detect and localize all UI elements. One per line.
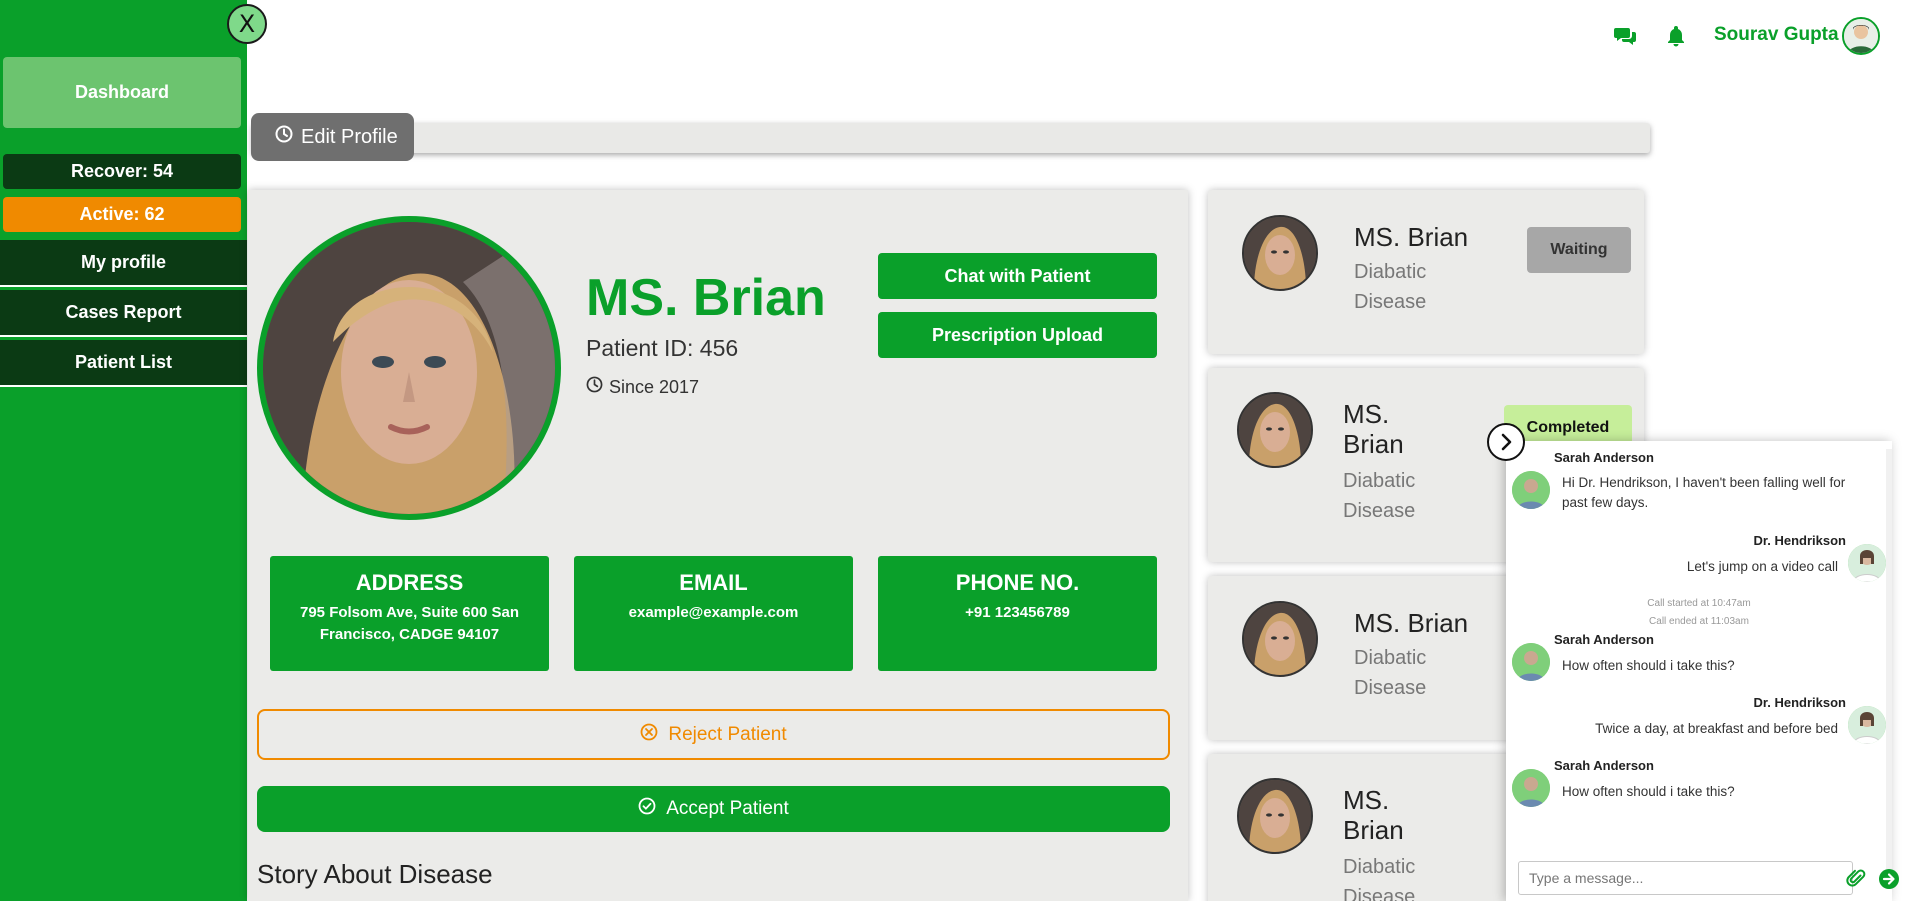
address-box: ADDRESS 795 Folsom Ave, Suite 600 San Fr… xyxy=(270,556,549,671)
message-text: How often should i take this? xyxy=(1562,658,1735,673)
user-avatar[interactable] xyxy=(1842,17,1880,55)
email-title: EMAIL xyxy=(679,570,748,595)
patient-card-avatar xyxy=(1237,392,1313,468)
message-text: How often should i take this? xyxy=(1562,784,1735,799)
patient-card-avatar xyxy=(1242,215,1318,291)
patient-card-avatar xyxy=(1242,601,1318,677)
chevron-right-icon[interactable] xyxy=(1487,423,1525,461)
accept-patient-button[interactable]: Accept Patient xyxy=(257,786,1170,832)
chat-scrollbar[interactable] xyxy=(1886,449,1892,889)
address-title: ADDRESS xyxy=(355,570,464,595)
sender-avatar xyxy=(1512,769,1550,807)
prescription-upload-button[interactable]: Prescription Upload xyxy=(878,312,1157,358)
edit-profile-bar xyxy=(252,123,1650,153)
message-sender: Sarah Anderson xyxy=(1554,758,1654,773)
sidebar-item-cases-report[interactable]: Cases Report xyxy=(0,290,247,337)
message-text: Let's jump on a video call xyxy=(1686,559,1838,574)
address-value: 795 Folsom Ave, Suite 600 San Francisco,… xyxy=(300,604,519,643)
patient-photo xyxy=(257,216,561,520)
patient-card-1[interactable]: MS. Brian Diabatic Disease Waiting xyxy=(1208,190,1644,354)
sidebar-item-patient-list[interactable]: Patient List xyxy=(0,340,247,387)
patient-since: Since 2017 xyxy=(586,376,699,398)
message-sender: Sarah Anderson xyxy=(1554,632,1654,647)
patient-id: Patient ID: 456 xyxy=(586,335,739,361)
close-circle-icon xyxy=(640,723,658,747)
patient-card-disease: Diabatic Disease xyxy=(1343,470,1416,522)
message-text: Hi Dr. Hendrikson, I haven't been fallin… xyxy=(1562,475,1846,510)
patient-card-name: MS. Brian xyxy=(1343,399,1404,459)
email-box: EMAIL example@example.com xyxy=(574,556,853,671)
patient-name: MS. Brian xyxy=(586,269,826,327)
patient-card-disease: Diabatic Disease xyxy=(1354,647,1427,699)
message-sender: Dr. Hendrikson xyxy=(1753,695,1846,710)
doctor-avatar xyxy=(1848,706,1886,744)
chat-message-input[interactable] xyxy=(1518,861,1853,895)
status-badge: Waiting xyxy=(1527,227,1631,273)
sender-avatar xyxy=(1512,643,1550,681)
chat-icon[interactable] xyxy=(1613,24,1637,48)
active-count-badge: Active: 62 xyxy=(3,197,241,232)
recover-count-badge: Recover: 54 xyxy=(3,154,241,189)
close-sidebar-button[interactable]: X xyxy=(227,4,267,44)
message-sender: Dr. Hendrikson xyxy=(1753,533,1846,548)
patient-card-avatar xyxy=(1237,778,1313,854)
phone-box: PHONE NO. +91 123456789 xyxy=(878,556,1157,671)
patient-card-name: MS. Brian xyxy=(1354,222,1469,252)
message-sender: Sarah Anderson xyxy=(1554,450,1654,465)
clock-icon xyxy=(275,125,293,149)
sidebar: Dashboard Recover: 54 Active: 62 My prof… xyxy=(0,0,247,901)
paperclip-icon[interactable] xyxy=(1846,868,1866,888)
user-name[interactable]: Sourav Gupta xyxy=(1714,24,1839,46)
dashboard-button[interactable]: Dashboard xyxy=(3,57,241,128)
call-started-note: Call started at 10:47am xyxy=(1647,598,1751,609)
patient-card-disease: Diabatic Disease xyxy=(1354,261,1427,313)
reject-patient-label: Reject Patient xyxy=(668,723,787,745)
accept-patient-label: Accept Patient xyxy=(666,798,789,819)
email-value: example@example.com xyxy=(628,604,799,621)
since-label: Since 2017 xyxy=(609,376,700,397)
message-text: Twice a day, at breakfast and before bed xyxy=(1595,721,1838,736)
patient-card-name: MS. Brian xyxy=(1354,608,1469,638)
phone-value: +91 123456789 xyxy=(965,604,1070,621)
story-about-disease-heading: Story About Disease xyxy=(257,859,493,889)
call-ended-note: Call ended at 11:03am xyxy=(1649,616,1749,627)
bell-icon[interactable] xyxy=(1664,24,1688,48)
edit-profile-label: Edit Profile xyxy=(301,125,398,148)
patient-card-name: MS. Brian xyxy=(1343,785,1404,845)
sidebar-item-my-profile[interactable]: My profile xyxy=(0,240,247,287)
send-arrow-icon[interactable] xyxy=(1878,868,1900,890)
doctor-avatar xyxy=(1848,544,1886,582)
clock-icon xyxy=(586,376,603,398)
check-circle-icon xyxy=(638,797,656,821)
phone-title: PHONE NO. xyxy=(955,570,1080,595)
patient-card-disease: Diabatic Disease xyxy=(1343,856,1416,901)
reject-patient-button[interactable]: Reject Patient xyxy=(257,709,1170,760)
sender-avatar xyxy=(1512,471,1550,509)
chat-with-patient-button[interactable]: Chat with Patient xyxy=(878,253,1157,299)
chat-panel: Sarah Anderson Hi Dr. Hendrikson, I have… xyxy=(1506,441,1892,901)
edit-profile-button[interactable]: Edit Profile xyxy=(251,113,414,161)
